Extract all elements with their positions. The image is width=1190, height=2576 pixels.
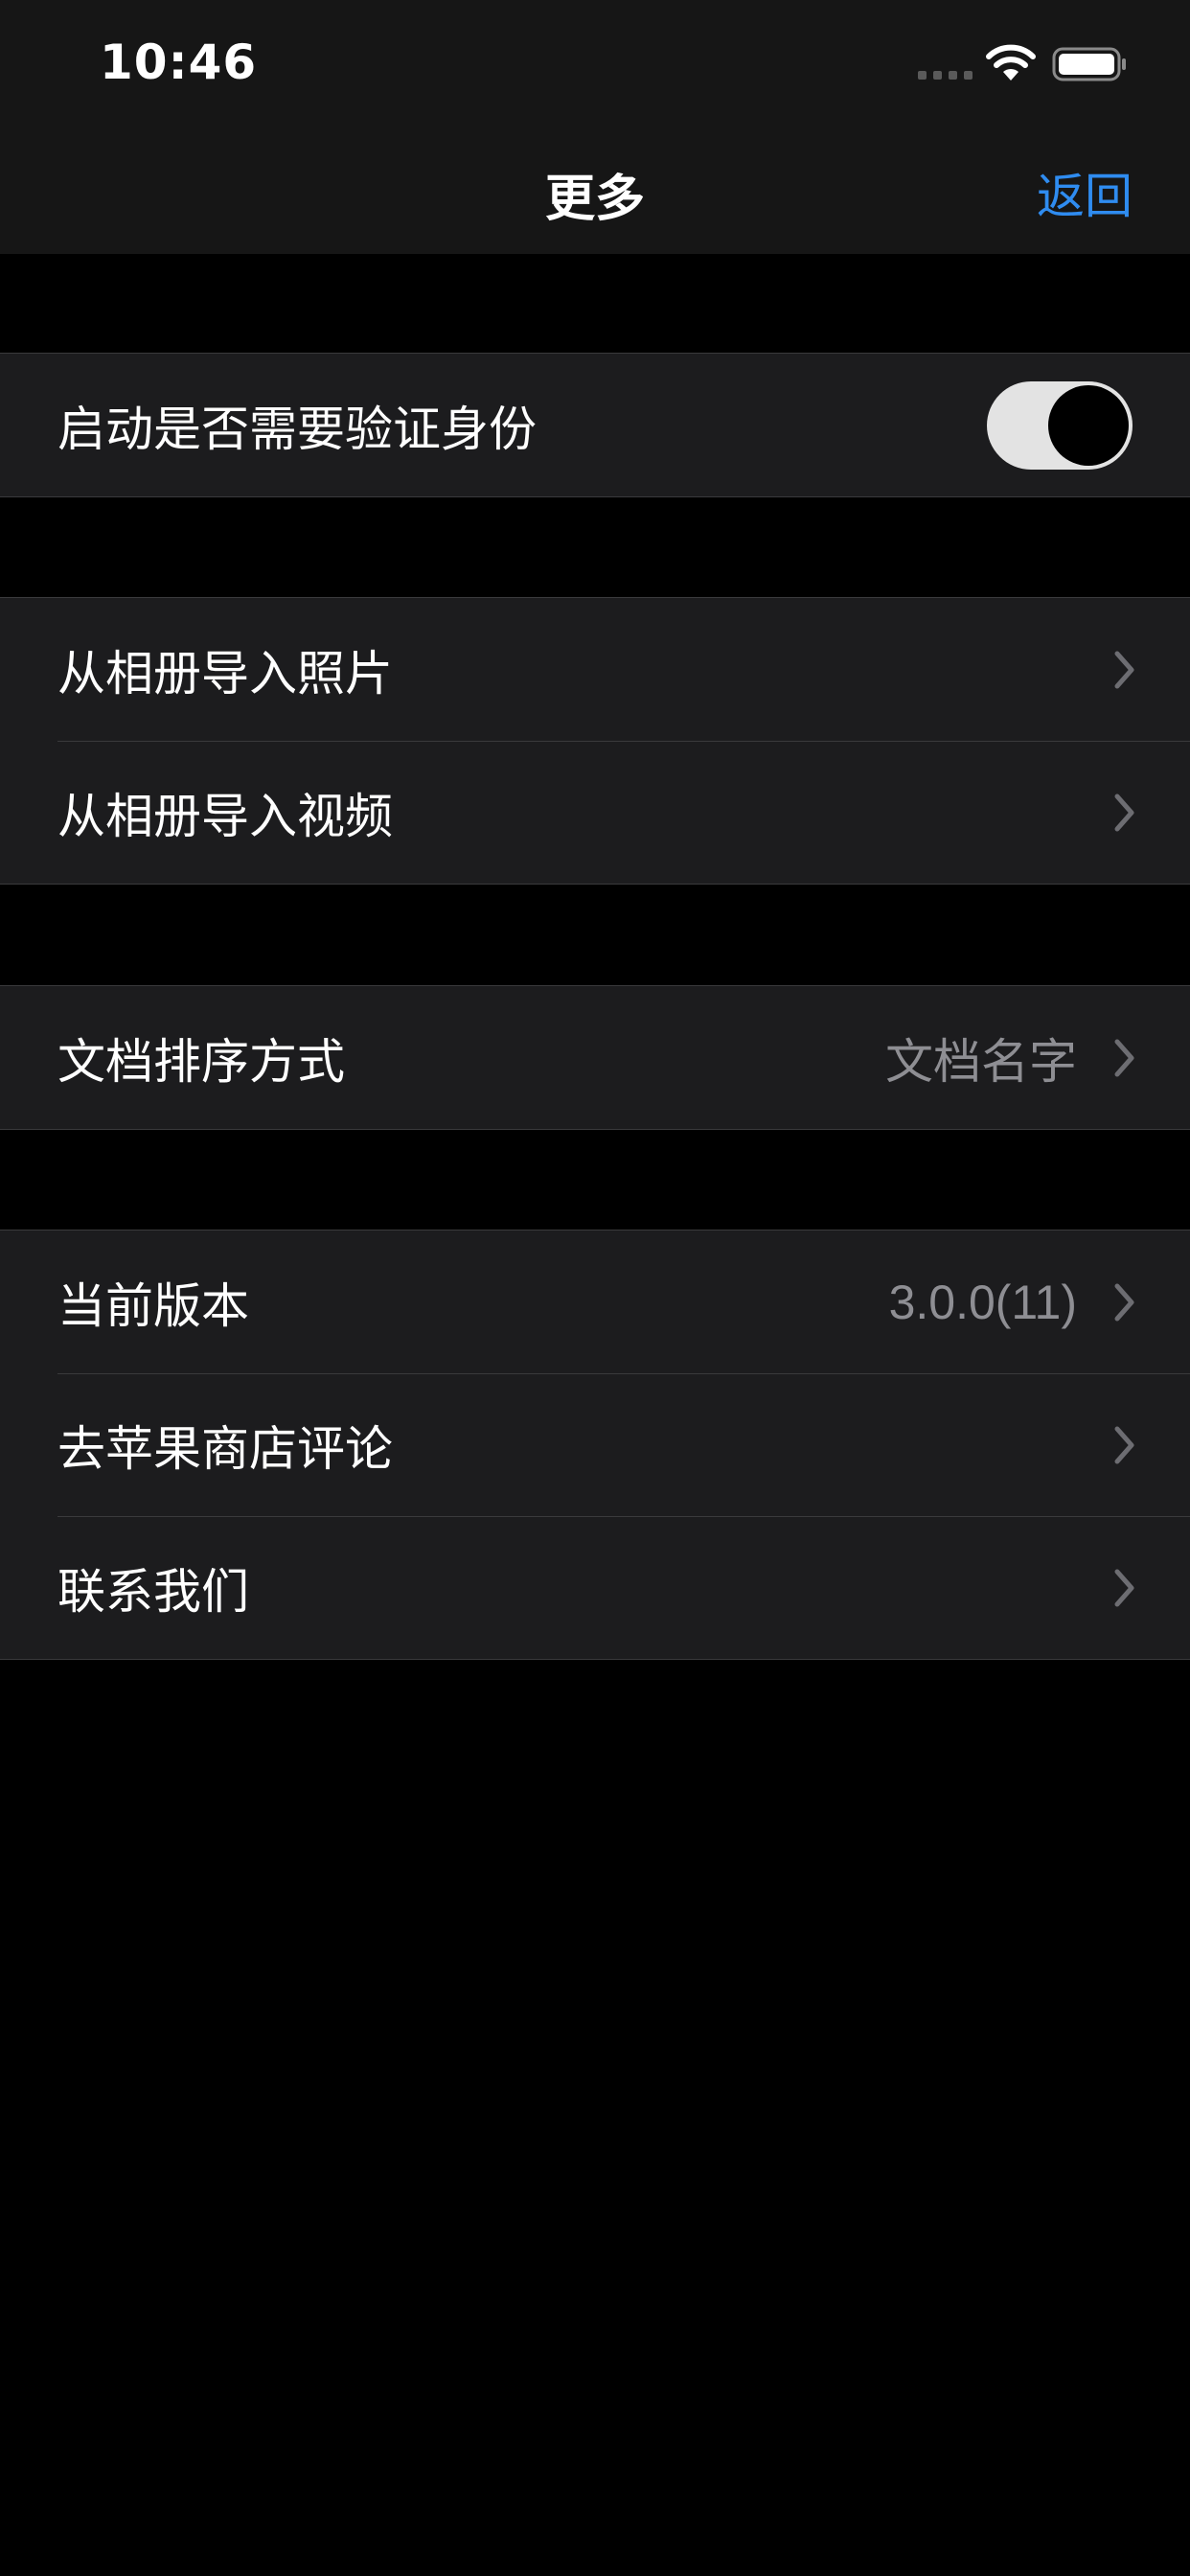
section-sorting: 文档排序方式 文档名字 [0,985,1190,1130]
settings-row-import-videos[interactable]: 从相册导入视频 [0,741,1190,884]
settings-row-label: 文档排序方式 [57,1033,345,1090]
navigation-bar: 更多 返回 [0,129,1190,254]
settings-row-label: 从相册导入视频 [57,788,393,844]
section-security: 启动是否需要验证身份 [0,353,1190,497]
settings-row-label: 去苹果商店评论 [57,1420,393,1477]
settings-row-import-photos[interactable]: 从相册导入照片 [0,598,1190,741]
sort-order-value: 文档名字 [885,1033,1077,1090]
section-about: 当前版本 3.0.0(11) 去苹果商店评论 联系我们 [0,1230,1190,1660]
settings-row-label: 启动是否需要验证身份 [57,401,537,457]
chevron-right-icon [1114,794,1134,831]
cellular-signal-icon [918,71,973,80]
settings-row-auth: 启动是否需要验证身份 [0,354,1190,496]
back-button[interactable]: 返回 [1037,158,1133,227]
chevron-right-icon [1114,1039,1134,1076]
status-bar: 10:46 [0,0,1190,129]
version-value: 3.0.0(11) [888,1275,1077,1329]
battery-icon [1052,47,1126,81]
section-import: 从相册导入照片 从相册导入视频 [0,597,1190,885]
settings-row-app-store-review[interactable]: 去苹果商店评论 [0,1373,1190,1516]
chevron-right-icon [1114,651,1134,688]
toggle-knob [1048,384,1129,466]
settings-row-label: 从相册导入照片 [57,645,393,702]
chevron-right-icon [1114,1426,1134,1463]
settings-row-contact-us[interactable]: 联系我们 [0,1516,1190,1659]
chevron-right-icon [1114,1569,1134,1606]
settings-row-sort-order[interactable]: 文档排序方式 文档名字 [0,986,1190,1129]
settings-row-version[interactable]: 当前版本 3.0.0(11) [0,1230,1190,1373]
wifi-icon [986,44,1036,80]
auth-toggle-switch[interactable] [987,380,1133,470]
settings-row-label: 当前版本 [57,1277,249,1334]
status-time: 10:46 [100,34,258,90]
settings-row-label: 联系我们 [57,1563,249,1620]
page-title: 更多 [544,171,645,228]
chevron-right-icon [1114,1283,1134,1321]
